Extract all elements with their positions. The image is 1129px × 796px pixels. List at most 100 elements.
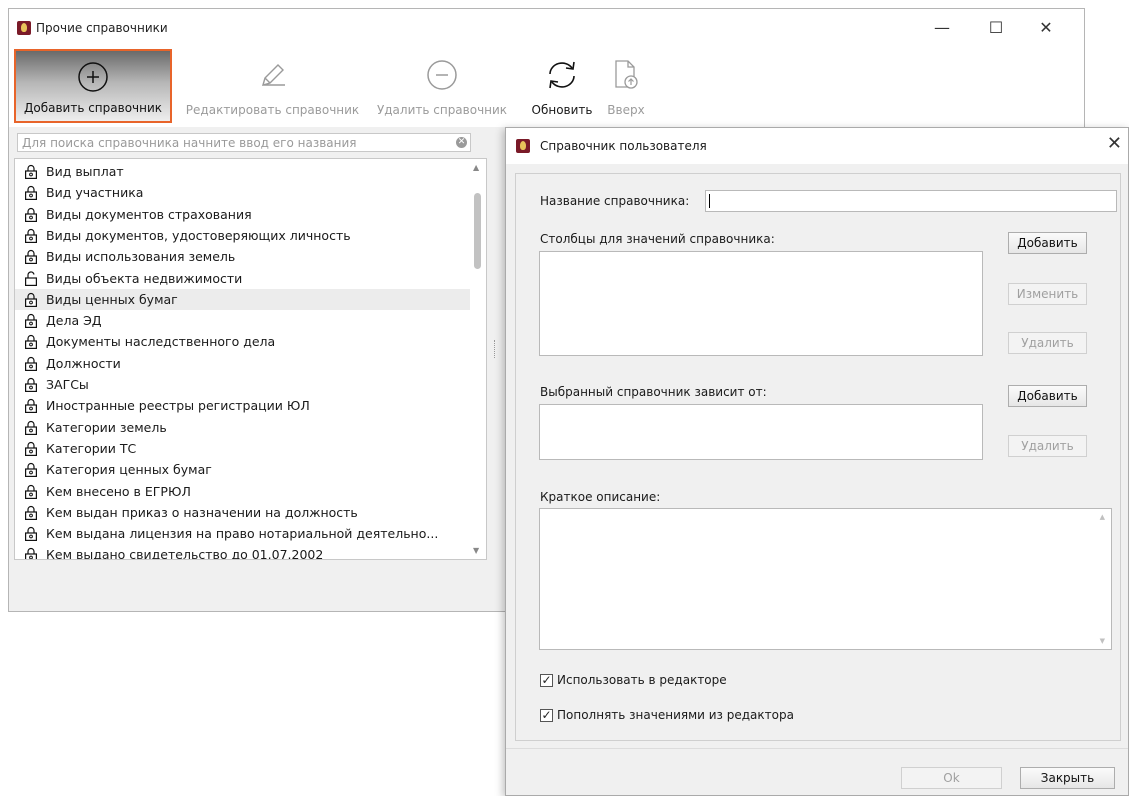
dialog-close-icon[interactable]: ✕ (1107, 134, 1122, 154)
list-item-label: Кем выдан приказ о назначении на должнос… (46, 504, 358, 520)
lock-icon (25, 505, 38, 520)
ok-button[interactable]: Ok (901, 767, 1002, 789)
list-item[interactable]: Кем выдана лицензия на право нотариально… (15, 523, 470, 544)
name-label: Название справочника: (540, 194, 690, 208)
list-item[interactable]: Дела ЭД (15, 310, 470, 331)
footer-divider (506, 748, 1128, 749)
search-input[interactable]: Для поиска справочника начните ввод его … (17, 133, 471, 152)
columns-list[interactable] (539, 251, 983, 356)
list-item[interactable]: Кем выдан приказ о назначении на должнос… (15, 502, 470, 523)
depends-add-button[interactable]: Добавить (1008, 385, 1087, 407)
list-item-label: Виды документов страхования (46, 206, 252, 222)
refresh-icon (549, 61, 575, 89)
add-directory-label: Добавить справочник (23, 101, 163, 115)
description-label: Краткое описание: (540, 490, 661, 504)
list-item[interactable]: Категории земель (15, 417, 470, 438)
textarea-scroll-up-arrow[interactable]: ▲ (1100, 513, 1105, 521)
search-placeholder: Для поиска справочника начните ввод его … (22, 136, 357, 150)
refresh-label: Обновить (531, 103, 593, 117)
list-item[interactable]: Кем выдано свидетельство до 01.07.2002 (15, 544, 470, 560)
lock-icon (25, 526, 38, 542)
dialog-logo-icon (516, 139, 530, 153)
columns-label: Столбцы для значений справочника: (540, 232, 775, 246)
refresh-button[interactable]: Обновить (526, 49, 598, 123)
list-item[interactable]: Виды документов, удостоверяющих личность (15, 225, 470, 246)
list-item[interactable]: Иностранные реестры регистрации ЮЛ (15, 395, 470, 416)
edit-directory-button[interactable]: Редактировать справочник (175, 49, 370, 123)
description-textarea[interactable]: ▲ ▼ (539, 508, 1112, 650)
list-item[interactable]: Виды объекта недвижимости (15, 268, 470, 289)
list-item[interactable]: Виды ценных бумаг (15, 288, 470, 310)
textarea-scroll-down-arrow[interactable]: ▼ (1100, 637, 1105, 645)
depends-label: Выбранный справочник зависит от: (540, 385, 767, 399)
main-titlebar: Прочие справочники — ☐ ✕ (9, 9, 1084, 47)
list-item[interactable]: ЗАГСы (15, 374, 470, 395)
lock-icon (25, 377, 38, 393)
name-input[interactable] (705, 190, 1117, 212)
list-item-label: Документы наследственного дела (46, 334, 276, 350)
lock-icon (25, 484, 38, 499)
lock-icon (25, 228, 38, 243)
list-item-label: Кем внесено в ЕГРЮЛ (46, 483, 191, 499)
list-item[interactable]: Вид выплат (15, 161, 470, 182)
toolbar: Добавить справочник Редактировать справо… (9, 47, 1084, 127)
directory-list[interactable]: Вид выплат Вид участника Виды документов с… (14, 158, 487, 560)
list-item-label: Дела ЭД (46, 313, 102, 329)
plus-circle-icon (78, 62, 108, 92)
delete-directory-label: Удалить справочник (376, 103, 508, 117)
text-caret (709, 194, 710, 208)
list-item-label: Кем выдано свидетельство до 01.07.2002 (46, 547, 324, 560)
close-dialog-button[interactable]: Закрыть (1020, 767, 1115, 789)
list-item-label: Кем выдана лицензия на право нотариально… (46, 526, 439, 542)
list-item-label: Виды использования земель (46, 249, 236, 265)
close-window-button[interactable]: ✕ (1023, 15, 1069, 41)
use-in-editor-label: Использовать в редакторе (557, 673, 727, 687)
columns-delete-button[interactable]: Удалить (1008, 332, 1087, 354)
lock-icon (25, 249, 38, 265)
list-item[interactable]: Должности (15, 353, 470, 374)
lock-icon (25, 420, 38, 435)
columns-edit-button[interactable]: Изменить (1008, 283, 1087, 305)
user-directory-dialog: Справочник пользователя ✕ Название справ… (505, 127, 1129, 796)
list-item-label: Категории земель (46, 419, 167, 435)
lock-icon (25, 547, 38, 559)
list-item[interactable]: Категории ТС (15, 438, 470, 459)
dialog-title: Справочник пользователя (540, 139, 707, 153)
lock-icon (25, 313, 38, 329)
use-in-editor-checkbox[interactable]: ✓ (540, 674, 553, 687)
minimize-button[interactable]: — (919, 15, 965, 41)
add-directory-button[interactable]: Добавить справочник (14, 49, 172, 123)
list-scrollbar[interactable]: ▲ ▼ (470, 159, 486, 559)
dialog-titlebar: Справочник пользователя ✕ (506, 128, 1128, 164)
pencil-icon (261, 64, 285, 87)
list-item[interactable]: Вид участника (15, 182, 470, 203)
up-button[interactable]: Вверх (601, 49, 651, 123)
depends-delete-button[interactable]: Удалить (1008, 435, 1087, 457)
list-item[interactable]: Виды документов страхования (15, 204, 470, 225)
maximize-button[interactable]: ☐ (973, 15, 1019, 41)
edit-directory-label: Редактировать справочник (185, 103, 360, 117)
scroll-up-arrow[interactable]: ▲ (473, 163, 479, 172)
app-logo-icon (17, 21, 31, 35)
clear-search-icon[interactable]: ✕ (456, 137, 467, 148)
list-item[interactable]: Виды использования земель (15, 246, 470, 267)
list-item-label: Вид выплат (46, 164, 124, 179)
scrollbar-thumb[interactable] (474, 193, 481, 269)
lock-icon (25, 462, 38, 478)
lock-icon (25, 441, 38, 456)
list-item[interactable]: Кем внесено в ЕГРЮЛ (15, 481, 470, 502)
unlock-icon (25, 270, 38, 286)
columns-add-button[interactable]: Добавить (1008, 232, 1087, 254)
list-item-label: Категория ценных бумаг (46, 462, 212, 478)
fill-from-editor-checkbox[interactable]: ✓ (540, 709, 553, 722)
depends-list[interactable] (539, 404, 983, 460)
fill-from-editor-label: Пополнять значениями из редактора (557, 708, 794, 722)
delete-directory-button[interactable]: Удалить справочник (371, 49, 513, 123)
list-item-label: Виды документов, удостоверяющих личность (46, 227, 351, 243)
list-item[interactable]: Категория ценных бумаг (15, 459, 470, 480)
list-item[interactable]: Документы наследственного дела (15, 331, 470, 352)
scroll-down-arrow[interactable]: ▼ (473, 546, 479, 555)
panel-splitter[interactable] (494, 340, 498, 358)
list-item-label: Виды ценных бумаг (46, 291, 178, 307)
list-item-label: ЗАГСы (46, 377, 89, 392)
